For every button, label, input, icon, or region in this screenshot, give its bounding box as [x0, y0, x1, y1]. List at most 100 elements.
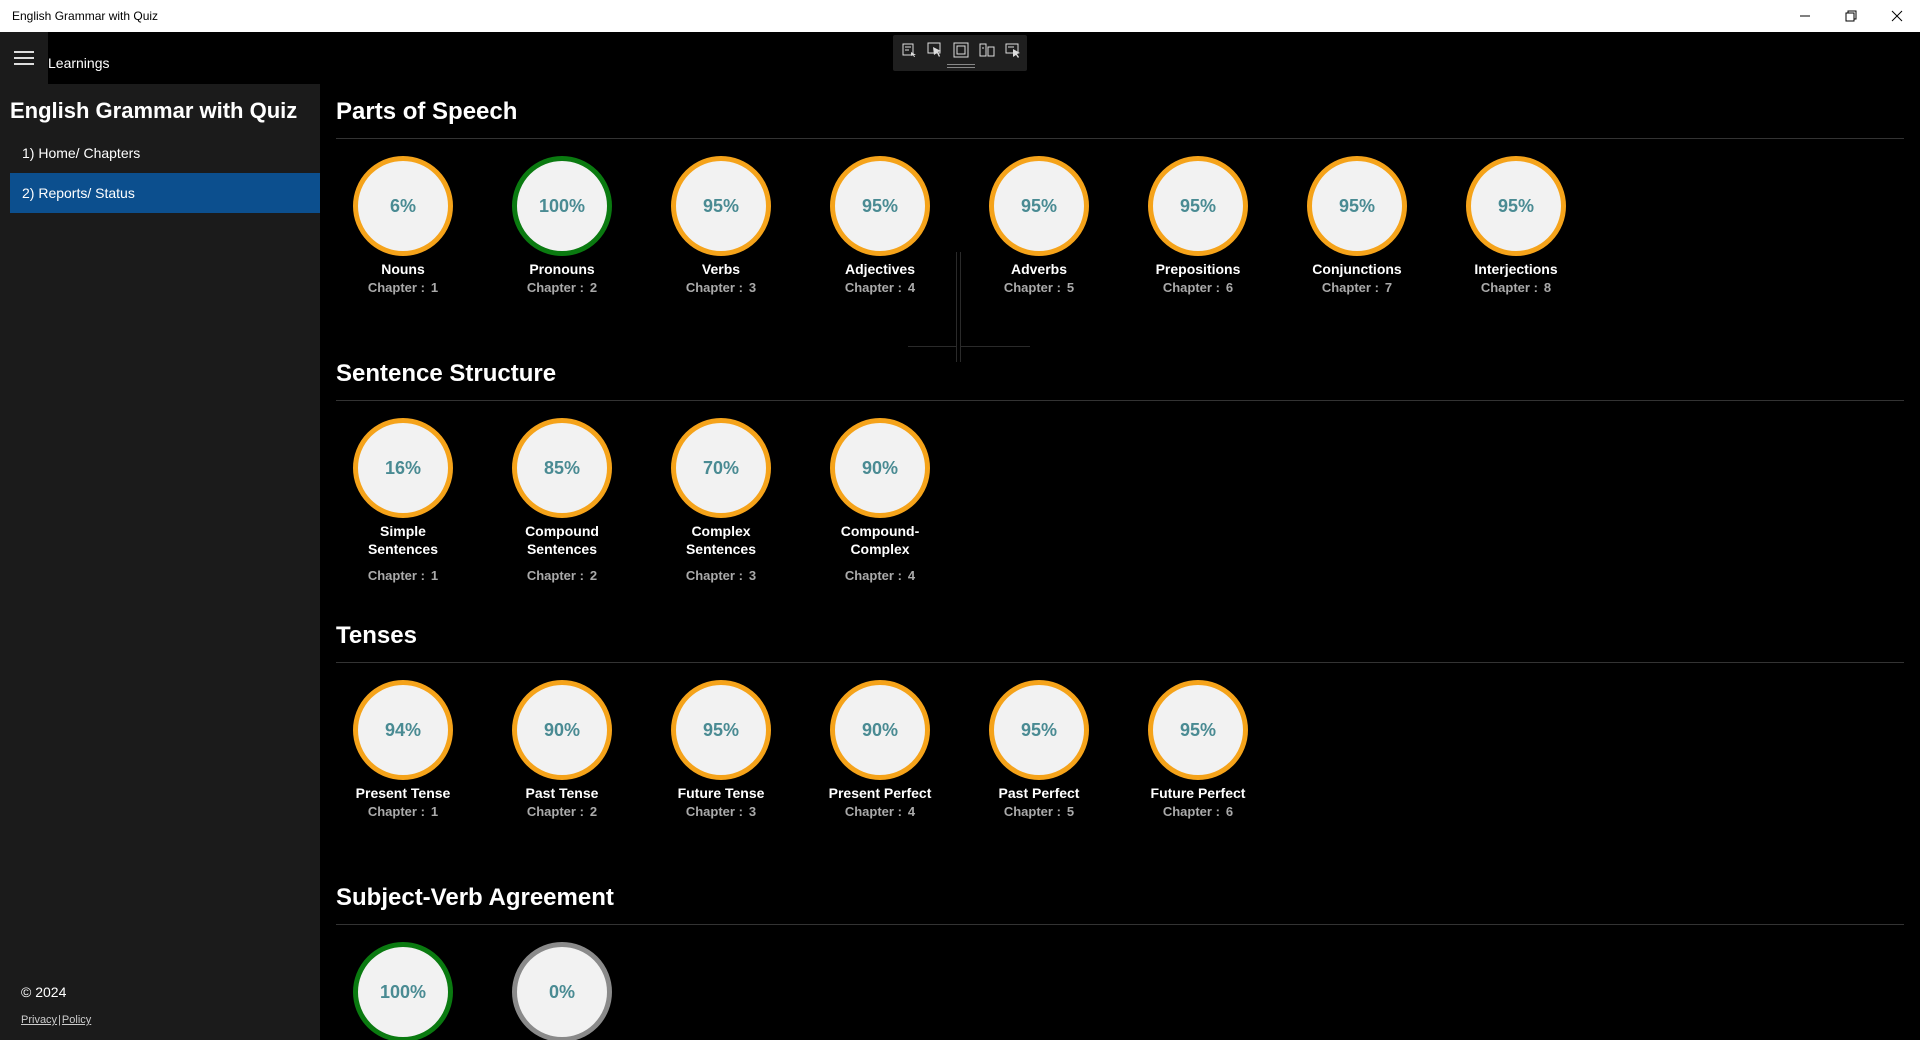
chapter-prefix: Chapter :	[844, 804, 902, 819]
chapter-number-value: 4	[907, 804, 916, 819]
track-focus-button[interactable]	[977, 40, 997, 60]
progress-ring: 0%	[512, 942, 612, 1040]
select-element-icon	[927, 42, 941, 57]
chapter-prefix: Chapter :	[1162, 280, 1220, 295]
progress-ring: 16%	[353, 418, 453, 518]
chapter-number: Chapter : 7	[1290, 280, 1424, 295]
chapter-name: Past Tense	[525, 785, 599, 801]
progress-percent: 94%	[384, 719, 422, 740]
chapter-number-value: 1	[430, 280, 439, 295]
chapter-number-value: 4	[907, 280, 916, 295]
sidebar: English Grammar with Quiz 1) Home/ Chapt…	[0, 84, 320, 1040]
chapter-prefix: Chapter :	[685, 568, 743, 583]
chapter-number: Chapter : 2	[495, 280, 629, 295]
artifact-line	[956, 252, 957, 362]
progress-ring: 90%	[830, 418, 930, 518]
chapter-name: Interjections	[1474, 261, 1558, 277]
adorners-icon	[953, 42, 969, 58]
chapter-name: Verbs	[701, 261, 741, 277]
sidebar-item-home-chapters[interactable]: 1) Home/ Chapters	[10, 133, 320, 173]
minimize-button[interactable]	[1782, 0, 1828, 32]
window-title: English Grammar with Quiz	[12, 9, 159, 23]
chapter-name: Present Perfect	[828, 785, 932, 801]
close-button[interactable]	[1874, 0, 1920, 32]
progress-percent: 95%	[1020, 719, 1058, 740]
chapter-name: Conjunctions	[1312, 261, 1402, 277]
chapter-prefix: Chapter :	[685, 804, 743, 819]
progress-percent: 95%	[1338, 195, 1376, 216]
chapter-number: Chapter : 3	[654, 568, 788, 583]
chapter-number: Chapter : 1	[336, 280, 470, 295]
select-element-button[interactable]	[925, 40, 945, 60]
live-tree-icon	[902, 43, 916, 57]
sidebar-title: English Grammar with Quiz	[10, 98, 298, 123]
chapter-number-value: 7	[1384, 280, 1393, 295]
progress-ring: 70%	[671, 418, 771, 518]
progress-percent: 100%	[379, 981, 427, 1002]
progress-percent: 95%	[1179, 195, 1217, 216]
progress-ring: 95%	[671, 680, 771, 780]
progress-ring: 95%	[830, 156, 930, 256]
minimize-icon	[1800, 15, 1810, 17]
chapter-number: Chapter : 3	[654, 280, 788, 295]
section-divider	[336, 138, 1904, 139]
live-tree-button[interactable]	[899, 40, 919, 60]
chapter-prefix: Chapter :	[367, 804, 425, 819]
section-title: Parts of Speech	[336, 98, 518, 125]
restore-icon	[1845, 10, 1857, 22]
progress-percent: 90%	[861, 719, 899, 740]
chapter-prefix: Chapter :	[1162, 804, 1220, 819]
progress-ring: 95%	[1148, 156, 1248, 256]
restore-button[interactable]	[1828, 0, 1874, 32]
progress-ring: 85%	[512, 418, 612, 518]
chapter-prefix: Chapter :	[1003, 804, 1061, 819]
chapter-number-value: 3	[748, 280, 757, 295]
chapter-number: Chapter : 5	[972, 280, 1106, 295]
chapter-number-value: 1	[430, 568, 439, 583]
progress-percent: 95%	[1020, 195, 1058, 216]
hamburger-button[interactable]	[0, 32, 48, 84]
chapter-number-value: 2	[589, 568, 598, 583]
sidebar-item-reports-status[interactable]: 2) Reports/ Status	[10, 173, 320, 213]
display-adorners-button[interactable]	[951, 40, 971, 60]
chapter-number-value: 5	[1066, 804, 1075, 819]
copyright-text: © 2024	[21, 984, 67, 1000]
policy-link[interactable]: Policy	[62, 1014, 91, 1026]
debug-toolbar	[893, 35, 1027, 71]
footer-links: Privacy|Policy	[21, 1014, 92, 1026]
progress-percent: 16%	[384, 457, 422, 478]
toolbar-grip[interactable]	[947, 64, 975, 68]
hot-reload-button[interactable]	[1003, 40, 1023, 60]
artifact-line	[960, 346, 1030, 347]
privacy-link[interactable]: Privacy	[21, 1014, 57, 1026]
hot-reload-icon	[1005, 43, 1020, 58]
chapter-name: Adjectives	[844, 261, 916, 277]
progress-percent: 0%	[548, 981, 575, 1002]
chapter-name: Future Tense	[677, 785, 765, 801]
progress-percent: 6%	[389, 195, 416, 216]
chapter-number: Chapter : 1	[336, 568, 470, 583]
progress-ring: 95%	[1466, 156, 1566, 256]
section-divider	[336, 400, 1904, 401]
section-divider	[336, 924, 1904, 925]
chapter-prefix: Chapter :	[1003, 280, 1061, 295]
chapter-prefix: Chapter :	[367, 280, 425, 295]
chapter-number-value: 2	[589, 804, 598, 819]
progress-percent: 95%	[702, 719, 740, 740]
chapter-name: Past Perfect	[998, 785, 1080, 801]
chapter-name: Compound Sentences	[525, 523, 599, 557]
progress-ring: 95%	[671, 156, 771, 256]
progress-percent: 95%	[861, 195, 899, 216]
chapter-number-value: 2	[589, 280, 598, 295]
progress-ring: 90%	[830, 680, 930, 780]
title-bar: English Grammar with Quiz	[0, 0, 1920, 32]
chapter-number-value: 6	[1225, 804, 1234, 819]
progress-ring: 100%	[353, 942, 453, 1040]
progress-percent: 95%	[702, 195, 740, 216]
chapter-prefix: Chapter :	[685, 280, 743, 295]
progress-ring: 94%	[353, 680, 453, 780]
chapter-number: Chapter : 2	[495, 804, 629, 819]
progress-ring: 95%	[1148, 680, 1248, 780]
progress-ring: 95%	[989, 680, 1089, 780]
close-icon	[1891, 10, 1903, 22]
